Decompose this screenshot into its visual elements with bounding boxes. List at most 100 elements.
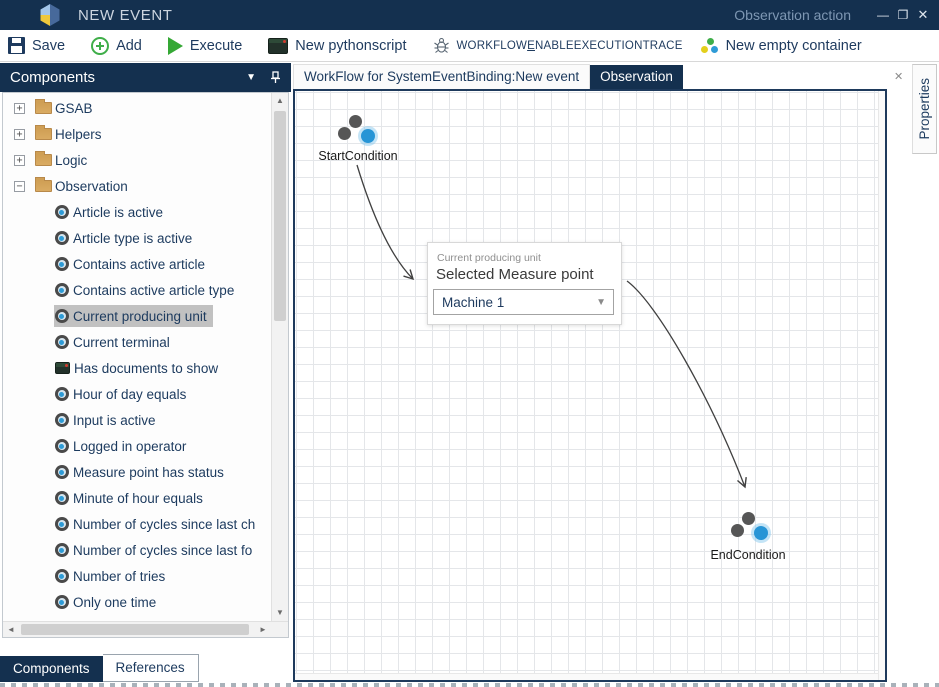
tree-item-label: Contains active article type (73, 283, 234, 298)
tree-item-label: Contains active article (73, 257, 205, 272)
save-button[interactable]: Save (8, 37, 65, 54)
tree-item-label: Article type is active (73, 231, 192, 246)
tree-item-article-is-active[interactable]: Article is active (3, 199, 271, 225)
eye-icon (55, 569, 69, 583)
tree-folder-observation[interactable]: − Observation (3, 173, 271, 199)
folder-icon (35, 102, 52, 114)
eye-icon (55, 413, 69, 427)
tree-item-contains-active-article[interactable]: Contains active article (3, 251, 271, 277)
tree-item-label: Current terminal (73, 335, 170, 350)
add-label: Add (116, 38, 142, 54)
execute-button[interactable]: Execute (168, 37, 242, 55)
node-endcondition[interactable]: EndCondition (688, 506, 808, 566)
tree-item-label: Only one time (73, 595, 156, 610)
tree-folder-label: Observation (55, 179, 128, 194)
tree-item-current-producing-unit[interactable]: Current producing unit (3, 303, 271, 329)
eye-icon (55, 309, 69, 323)
node-dot-icon (338, 127, 351, 140)
components-tree: +GSAB+Helpers+Logic−ObservationArticle i… (2, 92, 289, 638)
maximize-icon[interactable]: ❐ (893, 8, 913, 22)
tree-folder-logic[interactable]: +Logic (3, 147, 271, 173)
tree-item-has-documents-to-show[interactable]: Has documents to show (3, 355, 271, 381)
tab-workflow[interactable]: WorkFlow for SystemEventBinding:New even… (293, 64, 590, 89)
tree-item-label: Input is active (73, 413, 156, 428)
canvas-grid[interactable]: StartCondition Current producing unit Se… (295, 91, 878, 673)
eye-icon (55, 283, 69, 297)
tree-item-article-type-is-active[interactable]: Article type is active (3, 225, 271, 251)
edge-popup-to-end[interactable] (627, 281, 745, 487)
tree-item-input-is-active[interactable]: Input is active (3, 407, 271, 433)
window-resize-edge (0, 683, 939, 687)
node-dot-icon (731, 524, 744, 537)
node-label: StartCondition (298, 149, 418, 163)
tab-components[interactable]: Components (0, 656, 103, 682)
chevron-down-icon[interactable]: ▼ (246, 72, 256, 83)
tree-item-measure-point-has-status[interactable]: Measure point has status (3, 459, 271, 485)
tab-references[interactable]: References (103, 654, 199, 682)
new-pythonscript-label: New pythonscript (295, 38, 406, 54)
folder-icon (35, 154, 52, 166)
new-empty-container-button[interactable]: New empty container (701, 38, 862, 54)
workflow-canvas[interactable]: StartCondition Current producing unit Se… (293, 89, 887, 682)
add-button[interactable]: Add (91, 37, 142, 55)
node-startcondition[interactable]: StartCondition (298, 109, 418, 169)
popup-title: Current producing unit (437, 252, 541, 264)
canvas-hscroll-area[interactable] (295, 673, 878, 680)
folder-icon (35, 128, 52, 140)
vertical-scrollbar-thumb[interactable] (274, 111, 286, 321)
horizontal-scrollbar-thumb[interactable] (21, 624, 249, 635)
pin-icon[interactable] (270, 71, 281, 84)
folder-icon (35, 180, 52, 192)
new-pythonscript-button[interactable]: New pythonscript (268, 38, 406, 54)
scroll-down-icon[interactable]: ▼ (272, 605, 288, 621)
collapse-icon[interactable]: − (14, 181, 25, 192)
tree-item-number-of-cycles-since-last-fo[interactable]: Number of cycles since last fo (3, 537, 271, 563)
panel-tab-strip: Components References (0, 654, 199, 682)
eye-icon (55, 517, 69, 531)
scroll-right-icon[interactable]: ► (255, 622, 271, 637)
scroll-left-icon[interactable]: ◄ (3, 622, 19, 637)
expand-icon[interactable]: + (14, 129, 25, 140)
workflow-trace-button[interactable]: WORKFLOWENABLEEXECUTIONTRACE (433, 37, 683, 54)
save-icon (8, 37, 25, 54)
node-dot-icon (361, 129, 375, 143)
add-icon (91, 37, 109, 55)
tree-item-current-terminal[interactable]: Current terminal (3, 329, 271, 355)
measure-point-value: Machine 1 (442, 295, 504, 310)
script-icon (55, 362, 70, 374)
node-label: EndCondition (688, 548, 808, 562)
tree-item-label: Has documents to show (74, 361, 218, 376)
tree-item-label: Hour of day equals (73, 387, 186, 402)
close-icon[interactable]: ✕ (913, 7, 933, 23)
tree-item-number-of-cycles-since-last-ch[interactable]: Number of cycles since last ch (3, 511, 271, 537)
horizontal-scrollbar[interactable]: ◄ ► (3, 621, 288, 637)
container-dots-icon (701, 38, 719, 54)
measure-point-dropdown[interactable]: Machine 1 ▼ (433, 289, 614, 315)
window-title: NEW EVENT (78, 7, 173, 24)
document-close-icon[interactable]: ✕ (894, 70, 903, 83)
tree-item-minute-of-hour-equals[interactable]: Minute of hour equals (3, 485, 271, 511)
eye-icon (55, 543, 69, 557)
tree-item-number-of-tries[interactable]: Number of tries (3, 563, 271, 589)
expand-icon[interactable]: + (14, 155, 25, 166)
canvas-vscroll-area[interactable] (878, 91, 885, 680)
tab-observation[interactable]: Observation (590, 65, 683, 89)
vertical-scrollbar[interactable]: ▲ ▼ (271, 93, 288, 621)
components-panel-header: Components ▼ (0, 63, 291, 92)
eye-icon (55, 465, 69, 479)
tree-item-logged-in-operator[interactable]: Logged in operator (3, 433, 271, 459)
minimize-icon[interactable]: — (873, 8, 893, 22)
scroll-up-icon[interactable]: ▲ (272, 93, 288, 109)
console-icon (268, 38, 288, 54)
execute-label: Execute (190, 38, 242, 54)
tree-folder-gsab[interactable]: +GSAB (3, 95, 271, 121)
tab-properties[interactable]: Properties (912, 64, 937, 154)
edge-start-to-popup[interactable] (357, 165, 413, 279)
tree-folder-label: Helpers (55, 127, 102, 142)
eye-icon (55, 387, 69, 401)
tree-folder-helpers[interactable]: + Helpers (3, 121, 271, 147)
tree-item-contains-active-article-type[interactable]: Contains active article type (3, 277, 271, 303)
expand-icon[interactable]: + (14, 103, 25, 114)
tree-item-only-one-time[interactable]: Only one time (3, 589, 271, 615)
tree-item-hour-of-day-equals[interactable]: Hour of day equals (3, 381, 271, 407)
